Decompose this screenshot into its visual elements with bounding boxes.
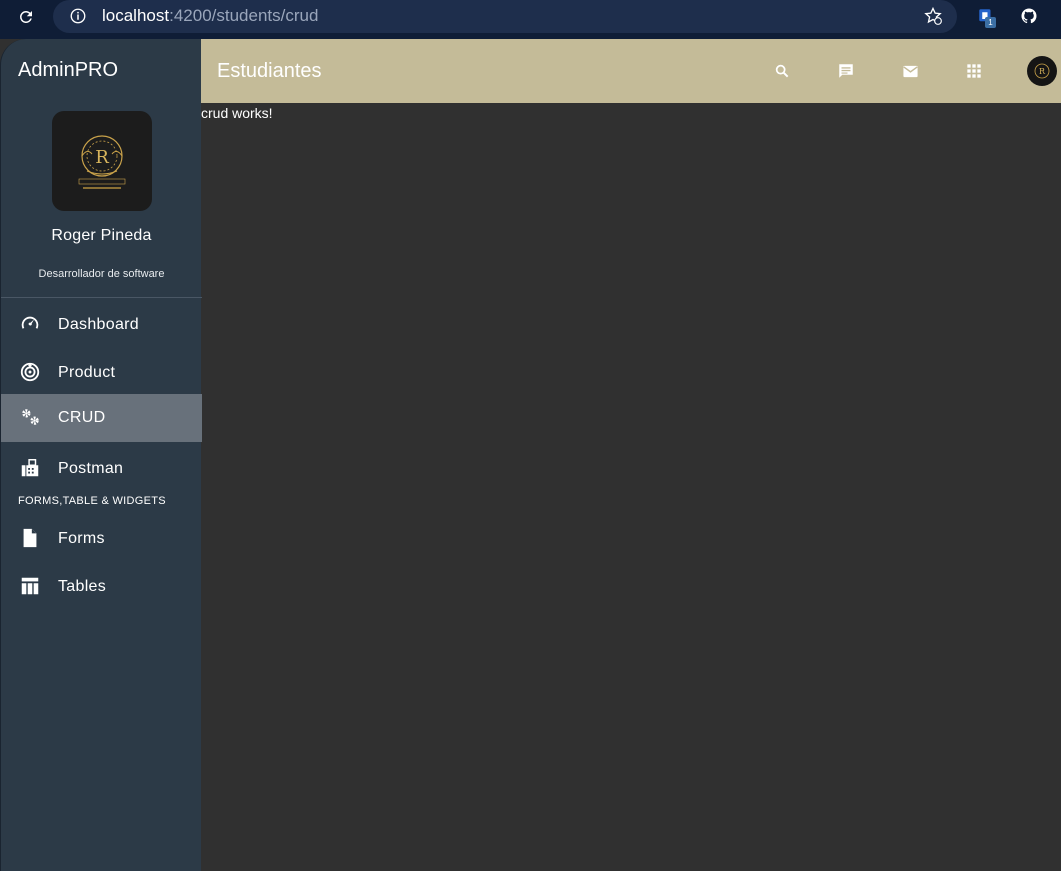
target-icon — [20, 362, 40, 382]
profile-avatar[interactable]: R — [1027, 56, 1057, 86]
browser-toolbar: localhost:4200/students/crud 1 — [0, 0, 1061, 39]
sidebar-item-crud[interactable]: CRUD — [1, 394, 202, 442]
address-bar[interactable]: localhost:4200/students/crud — [53, 0, 957, 33]
sidebar-item-product[interactable]: Product — [1, 349, 202, 397]
logo-emblem-icon: R — [1034, 63, 1050, 79]
sidebar-divider — [1, 297, 202, 298]
sidebar-item-forms[interactable]: Forms — [1, 515, 202, 563]
search-icon — [775, 64, 789, 78]
reload-icon — [20, 10, 32, 23]
url-path: :4200/students/crud — [169, 6, 319, 25]
gears-icon — [22, 409, 39, 425]
brand-title[interactable]: AdminPRO — [18, 59, 118, 82]
sidebar-item-label: Tables — [58, 578, 107, 595]
extension-button[interactable]: 1 — [975, 5, 997, 28]
sidebar-item-label: CRUD — [58, 409, 106, 426]
logo-emblem-icon: R — [78, 135, 126, 189]
github-button[interactable] — [1018, 5, 1040, 27]
sidebar-item-label: Forms — [58, 530, 105, 547]
github-icon — [1021, 8, 1037, 24]
apps-button[interactable] — [964, 61, 984, 81]
file-icon — [23, 528, 37, 548]
sidebar-item-label: Dashboard — [58, 316, 139, 333]
sidebar-item-label: Postman — [58, 460, 124, 477]
chat-icon — [839, 64, 853, 78]
user-avatar: R — [52, 111, 152, 211]
top-header: Estudiantes R — [201, 39, 1061, 103]
sidebar-item-tables[interactable]: Tables — [1, 563, 202, 611]
page-title: Estudiantes — [217, 60, 322, 82]
user-role: Desarrollador de software — [38, 268, 165, 280]
svg-text:R: R — [95, 147, 109, 168]
mail-icon — [902, 65, 918, 77]
sidebar-item-dashboard[interactable]: Dashboard — [1, 301, 202, 349]
apps-grid-icon — [967, 64, 981, 78]
info-icon[interactable] — [69, 7, 87, 25]
fax-icon — [21, 459, 39, 477]
sidebar-item-postman[interactable]: Postman — [1, 445, 202, 493]
table-icon — [21, 577, 39, 595]
search-button[interactable] — [772, 61, 792, 81]
url-host: localhost — [102, 6, 170, 25]
sidebar-section-heading: FORMS,TABLE & WIDGETS — [18, 495, 166, 507]
extension-badge: 1 — [985, 17, 996, 28]
mail-button[interactable] — [900, 61, 920, 81]
crud-content-text: crud works! — [201, 105, 273, 121]
speedometer-icon — [21, 316, 39, 329]
user-name: Roger Pineda — [51, 227, 152, 244]
svg-text:R: R — [1039, 67, 1046, 76]
url-text: localhost:4200/students/crud — [102, 6, 318, 26]
reload-button[interactable] — [14, 5, 38, 29]
bookmark-star-icon[interactable] — [923, 6, 943, 26]
messages-button[interactable] — [836, 61, 856, 81]
sidebar: AdminPRO R Roger Pineda Desarrollador de… — [0, 39, 202, 871]
sidebar-item-label: Product — [58, 364, 116, 381]
